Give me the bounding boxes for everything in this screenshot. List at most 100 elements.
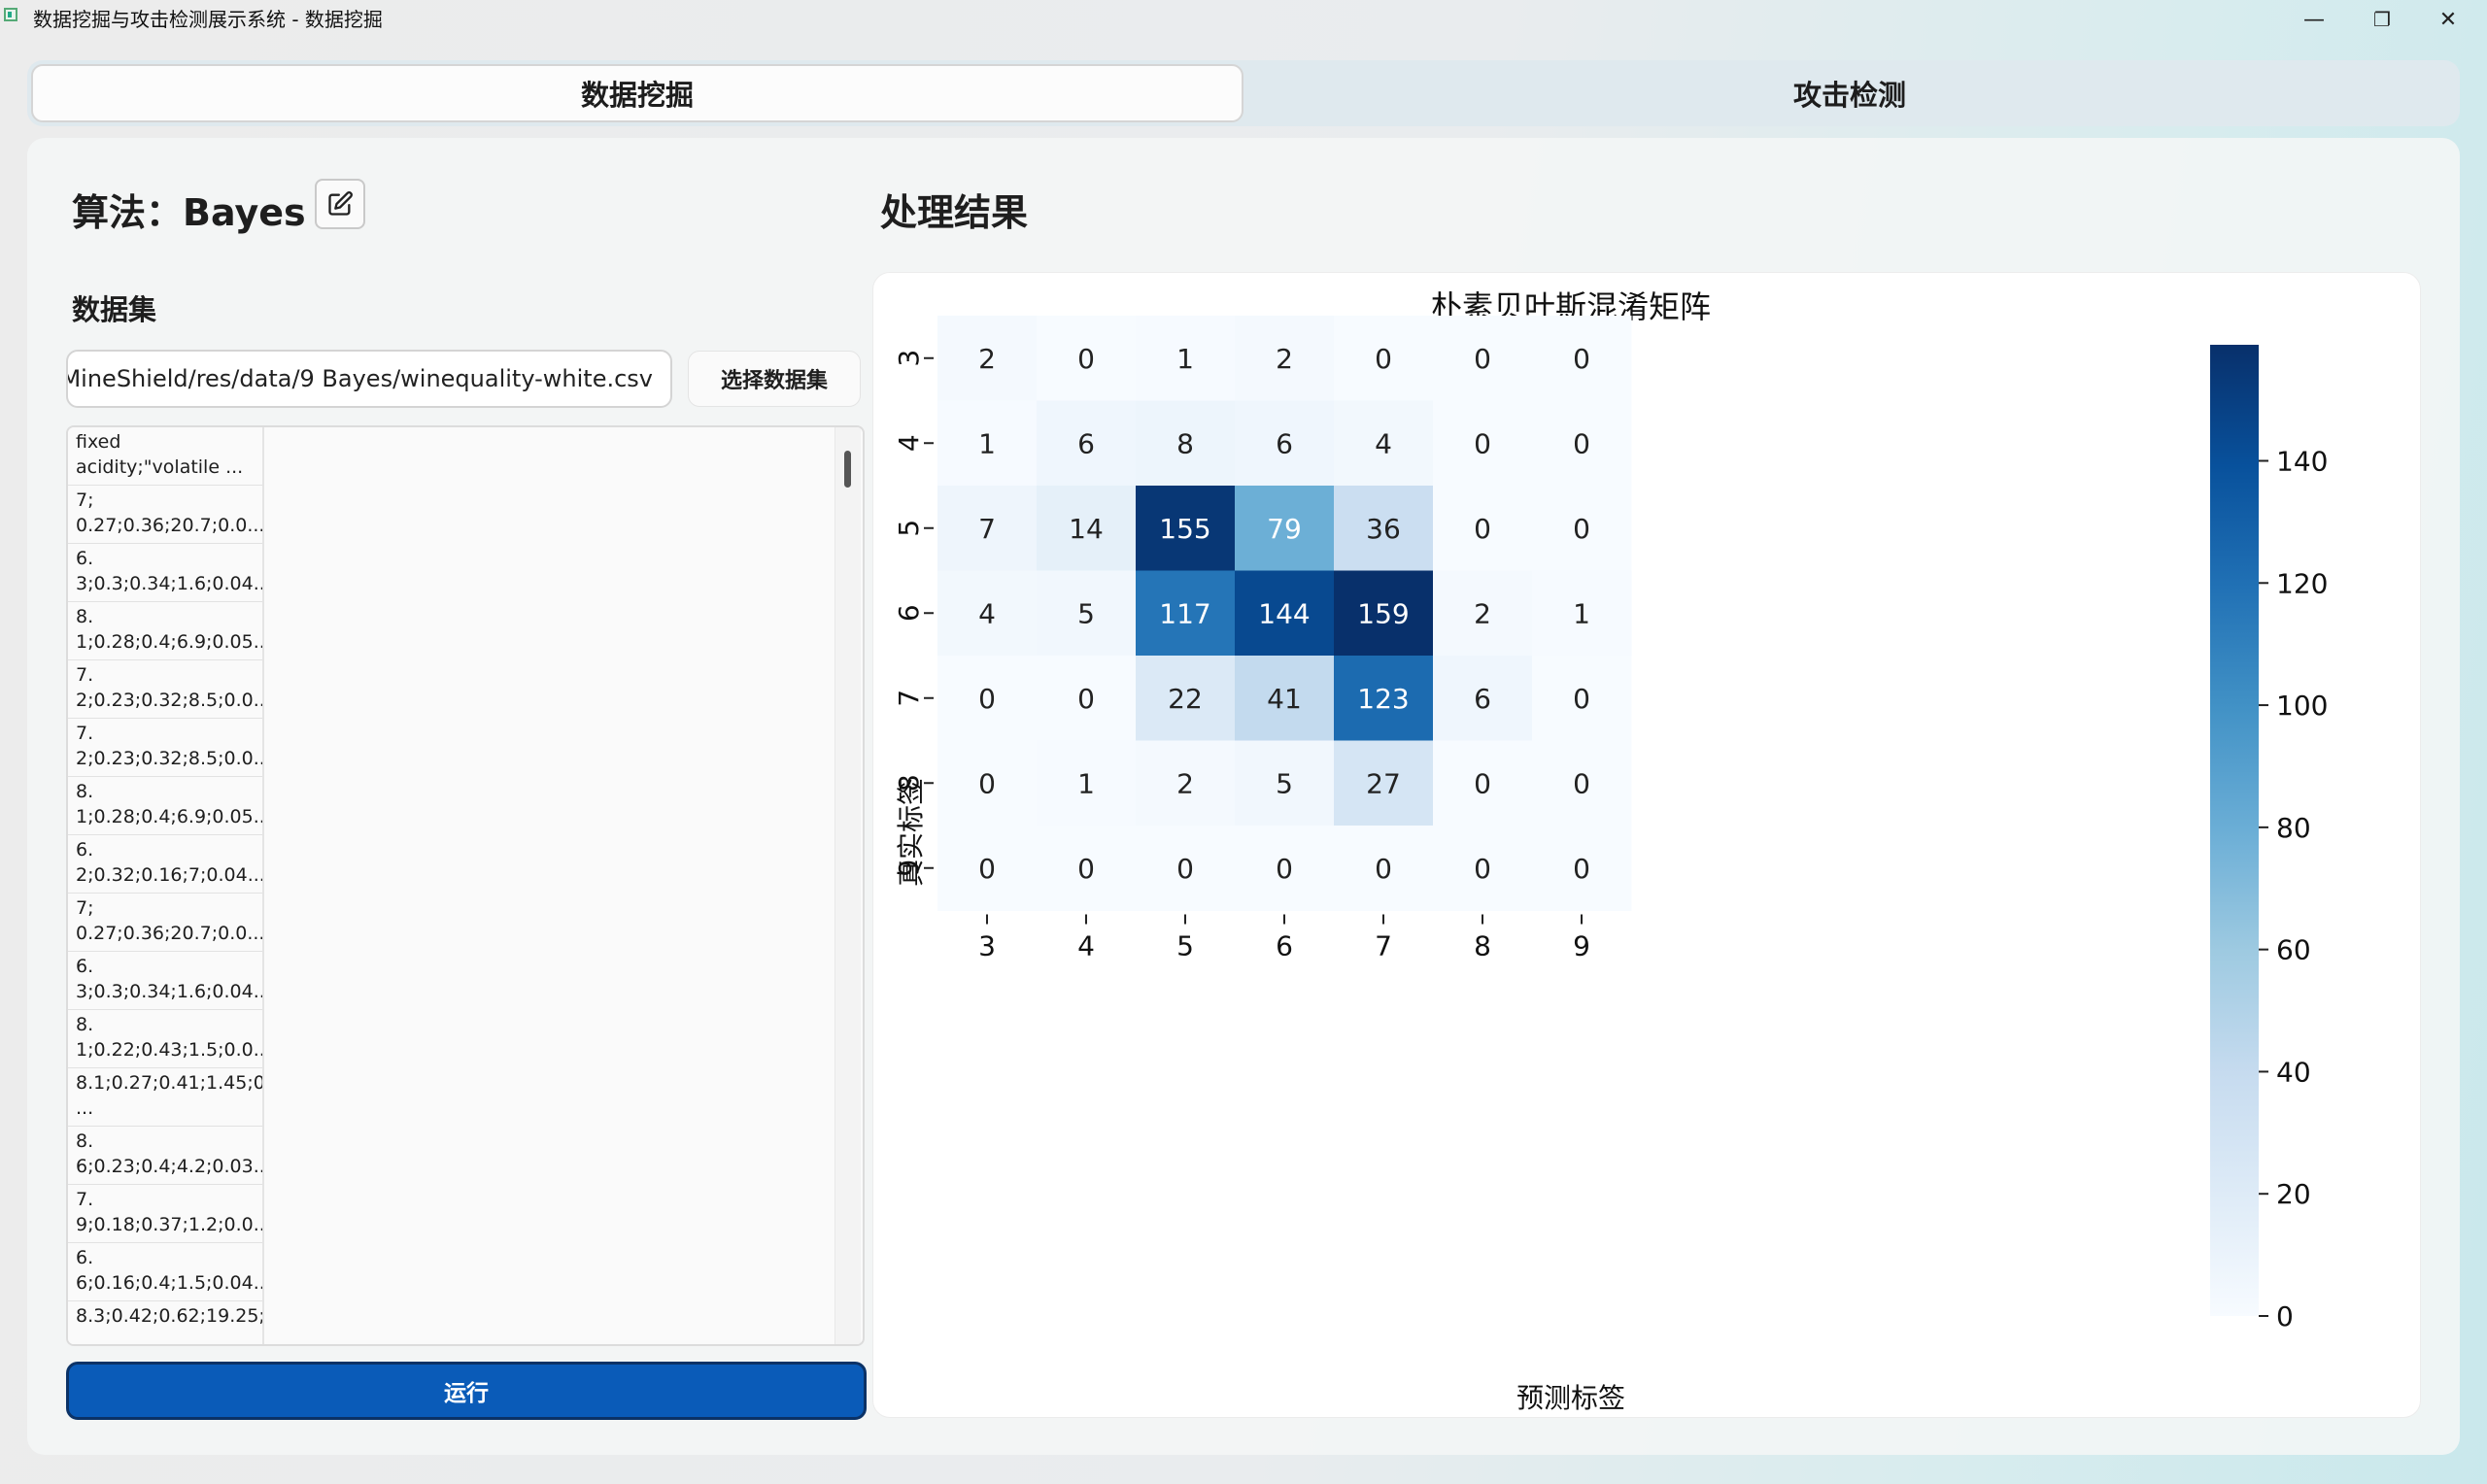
cell-value-label: 0 (1375, 343, 1392, 375)
cell-value-label: 2 (1276, 343, 1293, 375)
x-tick-label: 8 (1474, 930, 1491, 962)
table-row[interactable]: 7; 0.27;0.36;20.7;0.0... (68, 894, 262, 952)
colorbar-ticks: 0 20 40 60 80 100 120 140 (2259, 445, 2328, 1332)
dataset-path-text: C:/Users/Desktop/MineShield/res/data/9 B… (68, 365, 653, 392)
colorbar-tick-label: 100 (2276, 690, 2328, 722)
close-icon: ✕ (2438, 7, 2458, 32)
y-tick-label: 5 (893, 520, 925, 537)
tab-data-mining[interactable]: 数据挖掘 (31, 64, 1244, 122)
minimize-button[interactable]: — (2285, 0, 2343, 39)
cell-value-label: 0 (1474, 853, 1491, 885)
table-row[interactable]: 7. 9;0.18;0.37;1.2;0.0... (68, 1185, 262, 1243)
table-row[interactable]: 7. 2;0.23;0.32;8.5;0.0... (68, 660, 262, 719)
restore-button[interactable]: ❐ (2353, 0, 2411, 39)
y-tick-label: 8 (893, 774, 925, 792)
tab-attack-detection[interactable]: 攻击检测 (1244, 64, 2456, 122)
edit-icon (328, 191, 353, 216)
colorbar-tick-label: 140 (2276, 445, 2328, 477)
table-row[interactable]: 6. 3;0.3;0.34;1.6;0.04... (68, 544, 262, 602)
window-title: 数据挖掘与攻击检测展示系统 - 数据挖掘 (33, 8, 383, 31)
cell-value-label: 7 (978, 513, 996, 545)
cell-value-label: 41 (1267, 683, 1302, 715)
cell-value-label: 0 (1474, 767, 1491, 799)
restore-icon: ❐ (2373, 8, 2391, 31)
cell-value-label: 0 (1474, 513, 1491, 545)
main-panel: 算法：Bayes 数据集 C:/Users/Desktop/MineShield… (27, 138, 2460, 1455)
x-tick-label: 4 (1077, 930, 1095, 962)
cell-value-label: 1 (1573, 597, 1590, 629)
table-row[interactable]: 8.1;0.27;0.41;1.45;0. ... (68, 1068, 262, 1127)
cell-value-label: 36 (1366, 513, 1401, 545)
table-row[interactable]: 6. 3;0.3;0.34;1.6;0.04... (68, 952, 262, 1010)
cell-value-label: 2 (978, 343, 996, 375)
edit-algorithm-button[interactable] (315, 179, 365, 229)
cell-value-label: 8 (1176, 427, 1194, 459)
cell-value-label: 5 (1276, 767, 1293, 799)
cell-value-label: 14 (1069, 513, 1104, 545)
cell-value-label: 155 (1159, 513, 1210, 545)
cell-value-label: 0 (1573, 343, 1590, 375)
scrollbar-thumb[interactable] (844, 451, 851, 488)
table-row[interactable]: 8.3;0.42;0.62;19.25; ... (68, 1301, 262, 1344)
table-row[interactable]: 6. 2;0.32;0.16;7;0.04... (68, 835, 262, 894)
x-tick-label: 7 (1375, 930, 1392, 962)
cell-value-label: 0 (1573, 513, 1590, 545)
cell-value-label: 1 (1176, 343, 1194, 375)
algorithm-title: 算法：Bayes (72, 191, 306, 234)
table-row[interactable]: 7. 2;0.23;0.32;8.5;0.0... (68, 719, 262, 777)
x-axis-ticks: 3 4 5 6 7 8 9 (978, 914, 1590, 962)
y-tick-label: 9 (893, 860, 925, 877)
colorbar (2210, 345, 2259, 1316)
colorbar-tick-label: 40 (2276, 1056, 2311, 1088)
run-button[interactable]: 运行 (66, 1362, 867, 1420)
y-tick-label: 3 (893, 350, 925, 367)
table-row[interactable]: 7; 0.27;0.36;20.7;0.0... (68, 486, 262, 544)
cell-value-label: 123 (1357, 683, 1409, 715)
confusion-matrix-chart: 朴素贝叶斯混淆矩阵 预测标签 真实标签 2 0 1 2 0 0 01 6 8 6 4 0 07 14 155… (893, 288, 2328, 1414)
cell-value-label: 0 (1077, 343, 1095, 375)
colorbar-tick-label: 20 (2276, 1178, 2311, 1210)
app-icon (4, 8, 17, 21)
tab-bar: 数据挖掘 攻击检测 (27, 60, 2460, 126)
y-tick-label: 6 (893, 604, 925, 622)
cell-value-label: 0 (1474, 427, 1491, 459)
dataset-path-input[interactable]: C:/Users/Desktop/MineShield/res/data/9 B… (66, 350, 672, 408)
table-row[interactable]: 8. 6;0.23;0.4;4.2;0.03... (68, 1127, 262, 1185)
dataset-label: 数据集 (72, 293, 157, 326)
cell-value-label: 159 (1357, 597, 1409, 629)
result-title: 处理结果 (880, 191, 1029, 234)
cell-value-label: 0 (1276, 853, 1293, 885)
cell-value-label: 1 (978, 427, 996, 459)
table-row[interactable]: fixed acidity;"volatile ... (68, 427, 262, 486)
cell-value-label: 79 (1267, 513, 1302, 545)
cell-value-label: 4 (978, 597, 996, 629)
cell-value-label: 0 (1375, 853, 1392, 885)
cell-value-label: 0 (1573, 767, 1590, 799)
cell-value-label: 0 (1573, 683, 1590, 715)
cell-value-label: 0 (1573, 427, 1590, 459)
x-tick-label: 9 (1573, 930, 1590, 962)
cell-value-label: 27 (1366, 767, 1401, 799)
cell-value-label: 1 (1077, 767, 1095, 799)
cell-value-label: 0 (978, 853, 996, 885)
close-button[interactable]: ✕ (2419, 0, 2477, 39)
cell-value-label: 0 (978, 767, 996, 799)
table-row[interactable]: 6. 6;0.16;0.4;1.5;0.04... (68, 1243, 262, 1301)
cell-value-label: 6 (1077, 427, 1095, 459)
select-dataset-button[interactable]: 选择数据集 (688, 351, 861, 407)
cell-value-label: 0 (1573, 853, 1590, 885)
table-scrollbar[interactable] (835, 427, 861, 1344)
cell-value-label: 0 (978, 683, 996, 715)
colorbar-tick-label: 60 (2276, 934, 2311, 966)
table-row[interactable]: 8. 1;0.28;0.4;6.9;0.05... (68, 777, 262, 835)
cell-value-label: 2 (1474, 597, 1491, 629)
cell-value-label: 2 (1176, 767, 1194, 799)
table-row[interactable]: 8. 1;0.28;0.4;6.9;0.05... (68, 602, 262, 660)
table-row[interactable]: 8. 1;0.22;0.43;1.5;0.0... (68, 1010, 262, 1068)
x-tick-label: 5 (1176, 930, 1194, 962)
y-tick-label: 7 (893, 690, 925, 707)
dataset-table[interactable]: fixed acidity;"volatile ... 7; 0.27;0.36;… (66, 425, 865, 1346)
cell-value-label: 5 (1077, 597, 1095, 629)
y-tick-label: 4 (893, 434, 925, 452)
cell-value-label: 4 (1375, 427, 1392, 459)
